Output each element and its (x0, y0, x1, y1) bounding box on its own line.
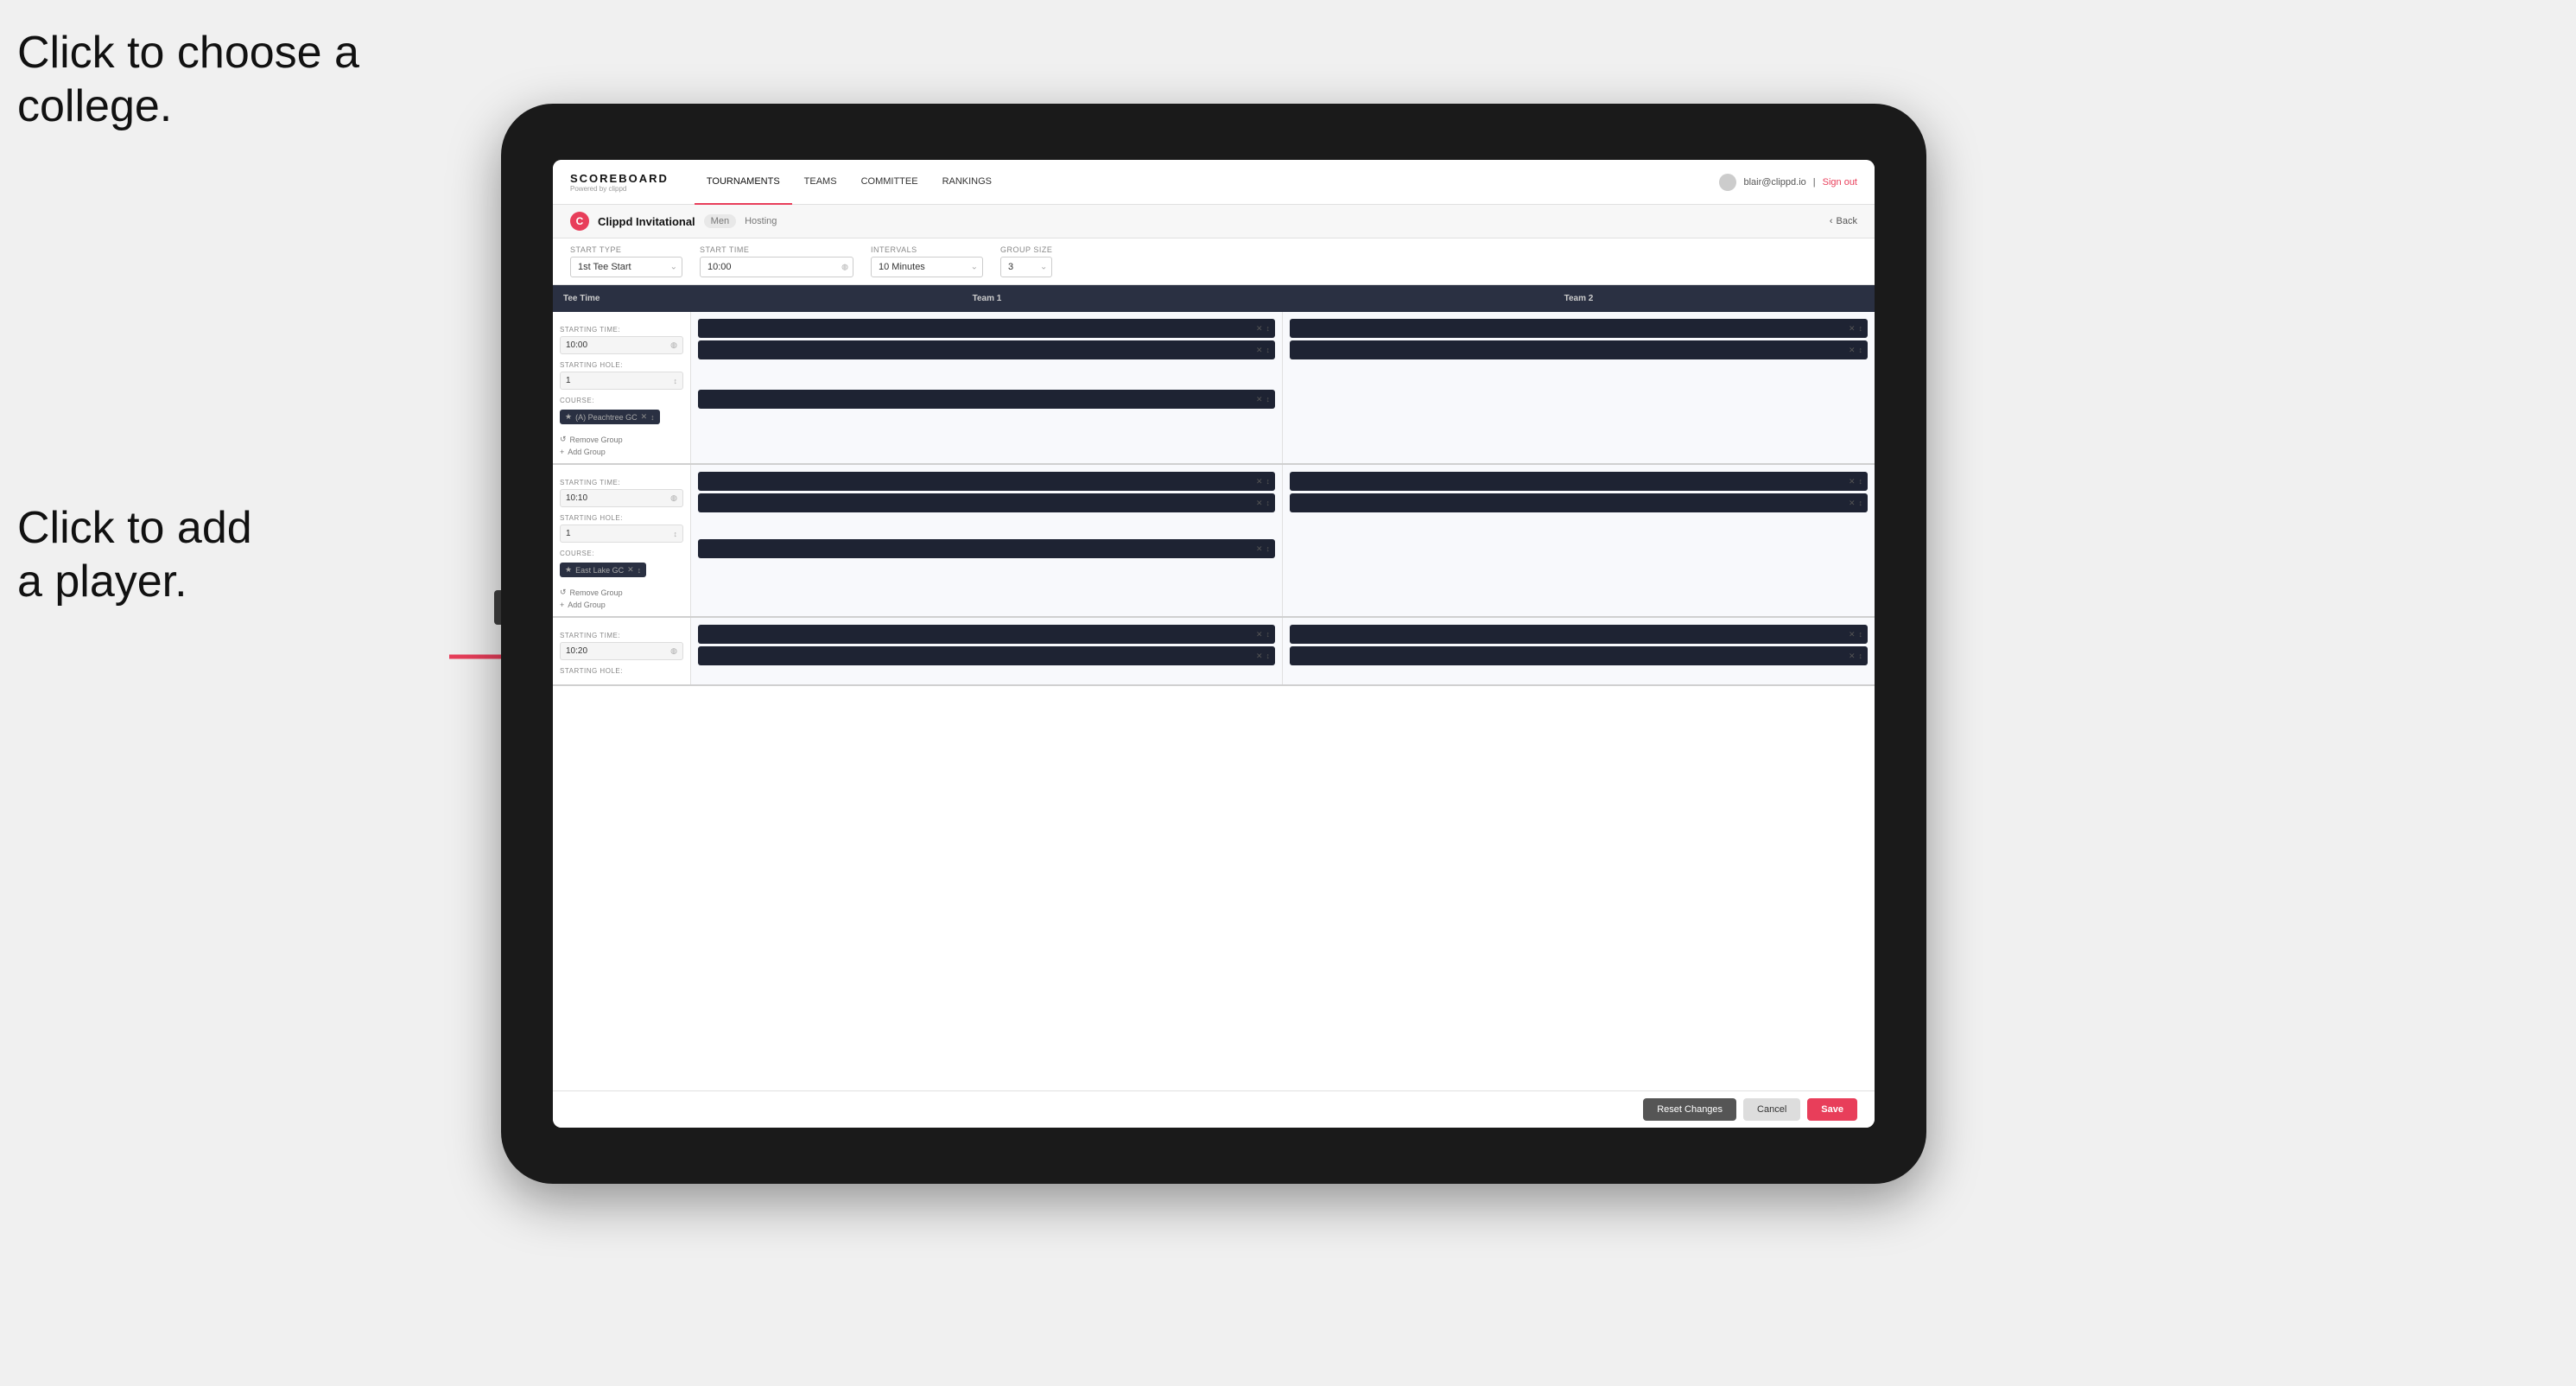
remove-group-2[interactable]: ↺ Remove Group (560, 588, 683, 597)
team2-row1: ✕ ↕ ✕ ↕ (1283, 312, 1875, 463)
player-slot[interactable]: ✕ ↕ (1290, 493, 1868, 512)
start-type-group: Start Type 1st Tee Start (570, 245, 682, 277)
back-button[interactable]: ‹ Back (1830, 216, 1857, 226)
player-slot[interactable]: ✕ ↕ (698, 390, 1275, 409)
starting-time-value-1[interactable]: 10:00 ◍ (560, 336, 683, 354)
tee-left-2: STARTING TIME: 10:10 ◍ STARTING HOLE: 1 … (553, 465, 691, 616)
user-email: blair@clippd.io (1743, 177, 1805, 188)
team1-row3: ✕ ↕ ✕ ↕ (691, 618, 1283, 684)
nav-rankings[interactable]: RANKINGS (930, 160, 1004, 205)
intervals-group: Intervals 10 Minutes (871, 245, 983, 277)
player-slot[interactable]: ✕ ↕ (1290, 646, 1868, 665)
table-row: STARTING TIME: 10:10 ◍ STARTING HOLE: 1 … (553, 465, 1875, 618)
remove-group-1[interactable]: ↺ Remove Group (560, 435, 683, 444)
player-slot[interactable]: ✕ ↕ (698, 319, 1275, 338)
nav-committee[interactable]: COMMITTEE (849, 160, 930, 205)
col-team2: Team 2 (1283, 285, 1875, 312)
course-tag-1[interactable]: ★ (A) Peachtree GC ✕ ↕ (560, 410, 660, 424)
starting-hole-label-3: STARTING HOLE: (560, 667, 683, 675)
logo-title: SCOREBOARD (570, 172, 669, 185)
player-slot[interactable]: ✕ ↕ (698, 472, 1275, 491)
tournament-title: Clippd Invitational (598, 215, 695, 228)
start-time-input[interactable] (700, 257, 853, 277)
starting-time-value-2[interactable]: 10:10 ◍ (560, 489, 683, 507)
sign-out-link[interactable]: Sign out (1823, 177, 1857, 188)
starting-hole-label-2: STARTING HOLE: (560, 514, 683, 522)
annotation-top: Click to choose a college. (17, 26, 359, 134)
player-slot[interactable]: ✕ ↕ (1290, 319, 1868, 338)
team2-row3: ✕ ↕ ✕ ↕ (1283, 618, 1875, 684)
col-team1: Team 1 (691, 285, 1283, 312)
annotation-bottom: Click to add a player. (17, 501, 252, 609)
reset-button[interactable]: Reset Changes (1643, 1098, 1736, 1121)
avatar (1719, 174, 1736, 191)
cancel-button[interactable]: Cancel (1743, 1098, 1800, 1121)
team1-row1: ✕ ↕ ✕ ↕ ✕ ↕ (691, 312, 1283, 463)
group-size-label: Group Size (1000, 245, 1052, 254)
player-slot[interactable]: ✕ ↕ (1290, 472, 1868, 491)
team1-row2: ✕ ↕ ✕ ↕ ✕ ↕ (691, 465, 1283, 616)
starting-hole-value-2[interactable]: 1 ↕ (560, 525, 683, 543)
intervals-select[interactable]: 10 Minutes (871, 257, 983, 277)
start-time-label: Start Time (700, 245, 853, 254)
table-body: STARTING TIME: 10:00 ◍ STARTING HOLE: 1 … (553, 312, 1875, 1090)
player-slot[interactable]: ✕ ↕ (698, 625, 1275, 644)
player-slot[interactable]: ✕ ↕ (698, 340, 1275, 359)
course-label-1: COURSE: (560, 397, 683, 404)
player-slot[interactable]: ✕ ↕ (698, 493, 1275, 512)
player-slot[interactable]: ✕ ↕ (698, 646, 1275, 665)
tablet-frame: SCOREBOARD Powered by clippd TOURNAMENTS… (501, 104, 1926, 1184)
gender-badge: Men (704, 214, 736, 228)
tee-left-3: STARTING TIME: 10:20 ◍ STARTING HOLE: (553, 618, 691, 684)
content-area: Tee Time Team 1 Team 2 STARTING TIME: 10… (553, 285, 1875, 1090)
col-tee-time: Tee Time (553, 285, 691, 312)
logo-sub: Powered by clippd (570, 185, 669, 193)
nav-right: blair@clippd.io | Sign out (1719, 174, 1857, 191)
starting-time-label-2: STARTING TIME: (560, 479, 683, 486)
separator: | (1813, 177, 1816, 188)
logo-area: SCOREBOARD Powered by clippd (570, 172, 669, 193)
table-row: STARTING TIME: 10:00 ◍ STARTING HOLE: 1 … (553, 312, 1875, 465)
hosting-label: Hosting (745, 216, 777, 226)
intervals-label: Intervals (871, 245, 983, 254)
tee-left-1: STARTING TIME: 10:00 ◍ STARTING HOLE: 1 … (553, 312, 691, 463)
starting-time-label-3: STARTING TIME: (560, 632, 683, 639)
course-label-2: COURSE: (560, 550, 683, 557)
course-tag-2[interactable]: ★ East Lake GC ✕ ↕ (560, 563, 646, 577)
clock-icon: ◍ (841, 263, 848, 272)
team2-row2: ✕ ↕ ✕ ↕ (1283, 465, 1875, 616)
top-nav: SCOREBOARD Powered by clippd TOURNAMENTS… (553, 160, 1875, 205)
form-bar: Start Type 1st Tee Start Start Time ◍ In… (553, 238, 1875, 285)
nav-teams[interactable]: TEAMS (792, 160, 849, 205)
nav-tournaments[interactable]: TOURNAMENTS (695, 160, 792, 205)
group-size-group: Group Size 3 (1000, 245, 1052, 277)
starting-hole-label-1: STARTING HOLE: (560, 361, 683, 369)
bottom-bar: Reset Changes Cancel Save (553, 1090, 1875, 1128)
tablet-screen: SCOREBOARD Powered by clippd TOURNAMENTS… (553, 160, 1875, 1128)
starting-hole-value-1[interactable]: 1 ↕ (560, 372, 683, 390)
starting-time-value-3[interactable]: 10:20 ◍ (560, 642, 683, 660)
player-slot[interactable]: ✕ ↕ (1290, 625, 1868, 644)
save-button[interactable]: Save (1807, 1098, 1857, 1121)
starting-time-label-1: STARTING TIME: (560, 326, 683, 334)
add-group-2[interactable]: + Add Group (560, 601, 683, 609)
table-header: Tee Time Team 1 Team 2 (553, 285, 1875, 312)
start-type-label: Start Type (570, 245, 682, 254)
sub-header: C Clippd Invitational Men Hosting ‹ Back (553, 205, 1875, 238)
player-slot[interactable]: ✕ ↕ (1290, 340, 1868, 359)
nav-links: TOURNAMENTS TEAMS COMMITTEE RANKINGS (695, 160, 1720, 205)
table-row: STARTING TIME: 10:20 ◍ STARTING HOLE: ✕ … (553, 618, 1875, 686)
group-size-select[interactable]: 3 (1000, 257, 1052, 277)
start-type-select[interactable]: 1st Tee Start (570, 257, 682, 277)
start-time-group: Start Time ◍ (700, 245, 853, 277)
add-group-1[interactable]: + Add Group (560, 448, 683, 456)
sub-logo: C (570, 212, 589, 231)
player-slot[interactable]: ✕ ↕ (698, 539, 1275, 558)
